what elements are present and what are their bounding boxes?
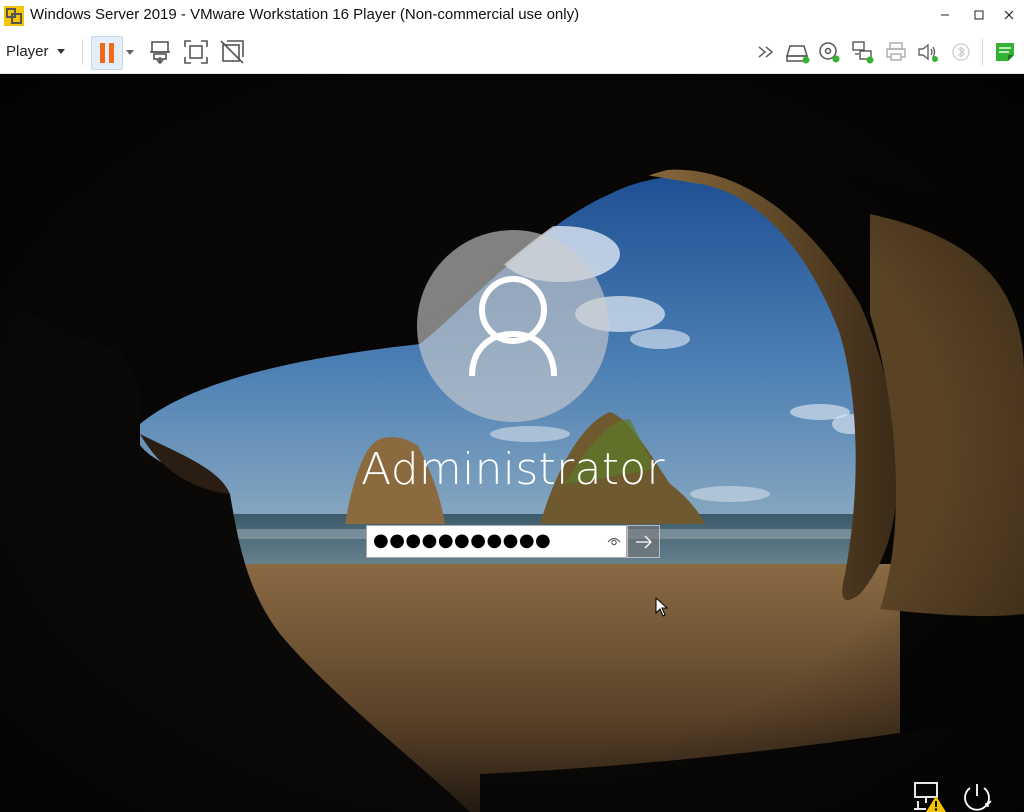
player-menu-label: Player: [6, 42, 49, 60]
password-input[interactable]: ●●●●●●●●●●●: [366, 525, 627, 558]
pause-button[interactable]: [91, 36, 123, 70]
password-value: ●●●●●●●●●●●: [373, 530, 552, 551]
pause-icon-bar: [109, 43, 114, 63]
submit-button[interactable]: [627, 525, 660, 558]
send-ctrl-alt-del-button[interactable]: [146, 38, 174, 66]
expand-devices-button[interactable]: [753, 38, 781, 66]
mouse-cursor-icon: [655, 597, 669, 617]
hard-disk-button[interactable]: [784, 38, 812, 66]
cd-dvd-icon: [819, 42, 840, 63]
maximize-icon: [974, 10, 984, 20]
sound-icon: [918, 43, 938, 62]
hard-disk-icon: [785, 45, 810, 64]
lock-screen-wallpaper: [0, 74, 1024, 812]
user-avatar: [417, 230, 609, 422]
unity-icon: [220, 40, 244, 64]
submit-arrow-icon: [635, 535, 652, 548]
sound-button[interactable]: [914, 38, 942, 66]
printer-button[interactable]: [882, 38, 910, 66]
network-adapter-button[interactable]: [849, 38, 877, 66]
pause-dropdown-icon[interactable]: [126, 50, 134, 55]
unity-button[interactable]: [218, 38, 246, 66]
username-label: Administrator: [361, 444, 665, 495]
printer-icon: [886, 42, 906, 61]
vmware-player-icon: [4, 6, 24, 26]
power-icon: [964, 784, 992, 811]
player-menu-button[interactable]: Player: [6, 39, 65, 63]
network-warning-icon: [914, 782, 946, 812]
bluetooth-button[interactable]: [947, 38, 975, 66]
reveal-password-icon[interactable]: [607, 536, 621, 548]
network-adapter-icon: [852, 41, 874, 64]
power-button[interactable]: [960, 780, 994, 812]
bluetooth-icon: [952, 43, 970, 61]
send-ctrl-alt-del-icon: [150, 41, 170, 65]
user-avatar-icon: [469, 276, 557, 377]
maximize-button[interactable]: [964, 4, 994, 26]
toolbar-divider-right: [982, 39, 983, 65]
expand-icon: [758, 46, 774, 58]
player-toolbar: Player: [0, 31, 1024, 74]
close-button[interactable]: [994, 4, 1024, 26]
minimize-icon: [941, 14, 949, 16]
message-log-button[interactable]: [991, 38, 1019, 66]
title-bar: Windows Server 2019 - VMware Workstation…: [0, 0, 1024, 31]
toolbar-divider: [82, 39, 83, 65]
message-log-icon: [996, 43, 1014, 61]
minimize-button[interactable]: [930, 4, 960, 26]
close-icon: [1004, 10, 1014, 20]
pause-icon: [100, 43, 105, 63]
fullscreen-button[interactable]: [182, 38, 210, 66]
network-status-button[interactable]: [912, 780, 948, 812]
chevron-down-icon: [56, 48, 65, 54]
cd-dvd-button[interactable]: [816, 38, 844, 66]
window-title: Windows Server 2019 - VMware Workstation…: [30, 6, 580, 23]
fullscreen-icon: [184, 40, 208, 64]
vm-display[interactable]: Administrator ●●●●●●●●●●●: [0, 74, 1024, 812]
